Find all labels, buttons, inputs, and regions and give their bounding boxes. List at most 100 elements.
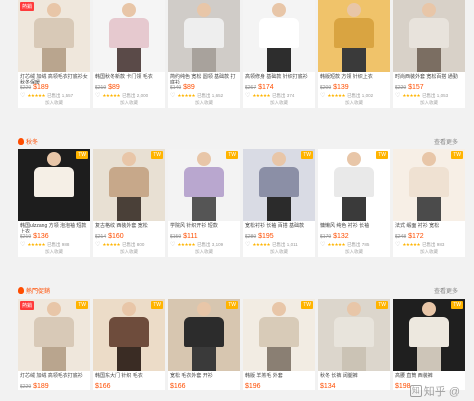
product-title[interactable]: 秋冬 长裤 阔腿裤 xyxy=(318,371,390,383)
add-to-favorites[interactable]: 加入收藏 xyxy=(393,249,465,257)
product-card[interactable]: TW 宽松衬衫 长袖 百搭 基础款 $289 $195 ♡ ★★★★★ 已售出 1,011 加… xyxy=(243,149,315,257)
product-card[interactable]: TW 慵懒风 纯色 衬衫 长袖 $179 $132 ♡ ★★★★★ 已售出 785 加入收藏 xyxy=(318,149,390,257)
price-row: $179 $132 xyxy=(318,233,390,240)
product-card[interactable]: TW 宽松 毛衣外套 开衫 $166 xyxy=(168,299,240,390)
garment-shape xyxy=(334,167,374,197)
product-card[interactable]: 熱銷 灯芯绒 加绒 高领毛衣打底衫女 秋冬保暖 $229 $189 ♡ ★★★★★ 已售出 … xyxy=(18,0,90,108)
product-image[interactable]: TW xyxy=(243,149,315,221)
product-image[interactable]: TW xyxy=(168,299,240,371)
product-image[interactable]: TW xyxy=(243,299,315,371)
heart-icon[interactable]: ♡ xyxy=(320,241,325,248)
add-to-favorites[interactable]: 加入收藏 xyxy=(93,100,165,108)
heart-icon[interactable]: ♡ xyxy=(20,92,25,99)
product-title[interactable]: 慵懒风 纯色 衬衫 长袖 xyxy=(318,221,390,233)
original-price: $214 xyxy=(95,234,107,240)
pants-shape xyxy=(342,195,366,221)
product-title[interactable]: 韩版短款 方领 针织上衣 xyxy=(318,72,390,84)
product-title[interactable]: 韩国ulzzang 方领 泡泡袖 短款 上衣 xyxy=(18,221,90,233)
heart-icon[interactable]: ♡ xyxy=(245,241,250,248)
see-more-link[interactable]: 查看更多 xyxy=(434,286,458,295)
product-image[interactable]: TW xyxy=(18,149,90,221)
product-card[interactable]: TW 法式 缎面 衬衫 宽松 $248 $172 ♡ ★★★★★ 已售出 983 加入收藏 xyxy=(393,149,465,257)
product-title[interactable]: 宽松衬衫 长袖 百搭 基础款 xyxy=(243,221,315,233)
product-card[interactable]: 熱銷 TW 灯芯绒 加绒 高领毛衣打底衫 $229 $189 xyxy=(18,299,90,390)
product-title[interactable]: 时尚西装外套 宽松百搭 通勤 xyxy=(393,72,465,84)
product-title[interactable]: 灯芯绒 加绒 高领毛衣打底衫女 秋冬保暖 xyxy=(18,72,90,84)
heart-icon[interactable]: ♡ xyxy=(395,92,400,99)
product-card[interactable]: 简约纯色 宽松 圆领 基础款 打底衫 $149 $89 ♡ ★★★★★ 已售出 1,652… xyxy=(168,0,240,108)
heart-icon[interactable]: ♡ xyxy=(395,241,400,248)
product-image[interactable]: TW xyxy=(393,299,465,371)
heart-icon[interactable]: ♡ xyxy=(170,92,175,99)
rating-stars-icon: ★★★★★ xyxy=(402,92,421,98)
product-image[interactable] xyxy=(393,0,465,72)
product-image[interactable]: TW xyxy=(168,149,240,221)
product-card[interactable]: TW 韩国ulzzang 方领 泡泡袖 短款 上衣 $219 $136 ♡ ★★★★★ 已售… xyxy=(18,149,90,257)
heart-icon[interactable]: ♡ xyxy=(320,92,325,99)
product-image[interactable]: TW xyxy=(93,299,165,371)
product-image[interactable] xyxy=(318,0,390,72)
sale-price: $189 xyxy=(33,84,49,91)
product-image[interactable]: TW xyxy=(318,149,390,221)
heart-icon[interactable]: ♡ xyxy=(245,92,250,99)
heart-icon[interactable]: ♡ xyxy=(95,92,100,99)
pants-shape xyxy=(342,46,366,72)
product-image[interactable] xyxy=(93,0,165,72)
product-image[interactable] xyxy=(243,0,315,72)
heart-icon[interactable]: ♡ xyxy=(20,241,25,248)
product-card[interactable]: 韩国秋冬新款 卡门领 毛衣 $219 $89 ♡ ★★★★★ 已售出 2,000 加入收藏 xyxy=(93,0,165,108)
region-badge: TW xyxy=(151,151,163,159)
product-card[interactable]: 时尚西装外套 宽松百搭 通勤 $229 $157 ♡ ★★★★★ 已售出 1,053 加入收… xyxy=(393,0,465,108)
see-more-link[interactable]: 查看更多 xyxy=(434,137,458,146)
heart-icon[interactable]: ♡ xyxy=(170,241,175,248)
product-title[interactable]: 复古格纹 西装外套 宽松 xyxy=(93,221,165,233)
product-title[interactable]: 韩国东大门 针织 毛衣 xyxy=(93,371,165,383)
product-image[interactable] xyxy=(168,0,240,72)
pants-shape xyxy=(192,345,216,371)
product-title[interactable]: 韩版 羊羔毛 外套 xyxy=(243,371,315,383)
add-to-favorites[interactable]: 加入收藏 xyxy=(243,249,315,257)
region-badge: TW xyxy=(301,151,313,159)
product-meta: ♡ ★★★★★ 已售出 2,000 xyxy=(93,91,165,100)
add-to-favorites[interactable]: 加入收藏 xyxy=(93,249,165,257)
garment-shape xyxy=(409,317,449,347)
product-title[interactable]: 高领修身 基础款 针织打底衫 xyxy=(243,72,315,84)
sale-price: $172 xyxy=(408,233,424,240)
product-title[interactable]: 灯芯绒 加绒 高领毛衣打底衫 xyxy=(18,371,90,383)
sold-count: 已售出 800 xyxy=(122,241,145,247)
add-to-favorites[interactable]: 加入收藏 xyxy=(18,100,90,108)
add-to-favorites[interactable]: 加入收藏 xyxy=(393,100,465,108)
product-title[interactable]: 简约纯色 宽松 圆领 基础款 打底衫 xyxy=(168,72,240,84)
heart-icon[interactable]: ♡ xyxy=(95,241,100,248)
add-to-favorites[interactable]: 加入收藏 xyxy=(168,249,240,257)
product-card[interactable]: TW 秋冬 长裤 阔腿裤 $134 xyxy=(318,299,390,390)
add-to-favorites[interactable]: 加入收藏 xyxy=(18,249,90,257)
product-image[interactable]: 熱銷 TW xyxy=(18,299,90,371)
product-image[interactable]: TW xyxy=(93,149,165,221)
product-card[interactable]: 高领修身 基础款 针织打底衫 $267 $174 ♡ ★★★★★ 已售出 374 加入收藏 xyxy=(243,0,315,108)
add-to-favorites[interactable]: 加入收藏 xyxy=(168,100,240,108)
product-title[interactable]: 法式 缎面 衬衫 宽松 xyxy=(393,221,465,233)
product-title[interactable]: 学院风 针织开衫 短款 xyxy=(168,221,240,233)
model-head-shape xyxy=(347,302,361,316)
original-price: $219 xyxy=(95,85,107,91)
add-to-favorites[interactable]: 加入收藏 xyxy=(318,249,390,257)
product-title[interactable]: 高腰 直筒 西装裤 xyxy=(393,371,465,383)
product-card[interactable]: TW 韩版 羊羔毛 外套 $196 xyxy=(243,299,315,390)
product-card[interactable]: 韩版短款 方领 针织上衣 $209 $139 ♡ ★★★★★ 已售出 1,002 加入收藏 xyxy=(318,0,390,108)
product-title[interactable]: 韩国秋冬新款 卡门领 毛衣 xyxy=(93,72,165,84)
product-image[interactable]: TW xyxy=(318,299,390,371)
product-card[interactable]: TW 韩国东大门 针织 毛衣 $166 xyxy=(93,299,165,390)
product-meta: ♡ ★★★★★ 已售出 1,557 xyxy=(18,91,90,100)
rating-stars-icon: ★★★★★ xyxy=(327,241,346,247)
product-card[interactable]: TW 高腰 直筒 西装裤 $198 xyxy=(393,299,465,390)
product-card[interactable]: TW 学院风 针织开衫 短款 $159 $111 ♡ ★★★★★ 已售出 3,109 加入收藏 xyxy=(168,149,240,257)
add-to-favorites[interactable]: 加入收藏 xyxy=(318,100,390,108)
region-badge: TW xyxy=(301,301,313,309)
sold-count: 已售出 1,002 xyxy=(347,92,374,98)
product-image[interactable]: TW xyxy=(393,149,465,221)
product-card[interactable]: TW 复古格纹 西装外套 宽松 $214 $160 ♡ ★★★★★ 已售出 800 加入收藏 xyxy=(93,149,165,257)
product-title[interactable]: 宽松 毛衣外套 开衫 xyxy=(168,371,240,383)
product-image[interactable]: 熱銷 xyxy=(18,0,90,72)
add-to-favorites[interactable]: 加入收藏 xyxy=(243,100,315,108)
